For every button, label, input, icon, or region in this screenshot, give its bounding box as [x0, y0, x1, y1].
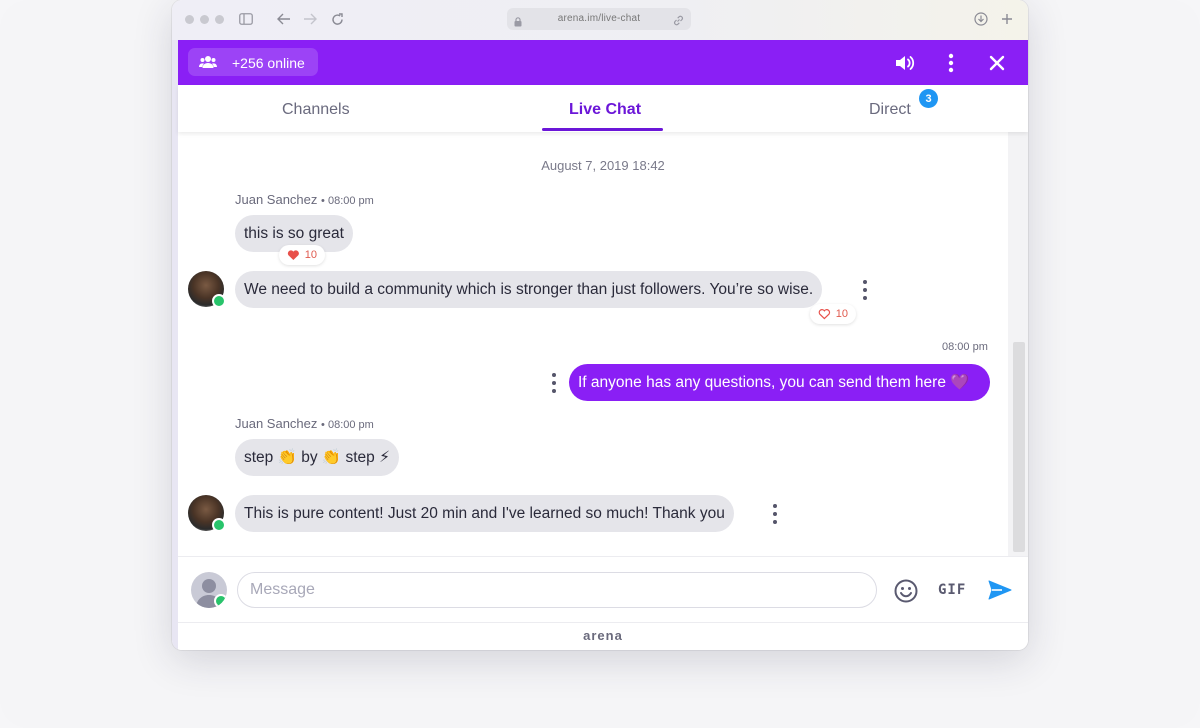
- online-count-button[interactable]: +256 online: [188, 48, 318, 76]
- new-tab-icon[interactable]: [999, 11, 1015, 27]
- message-time: 08:00 pm: [327, 419, 374, 431]
- message-composer: GIF: [178, 556, 1028, 623]
- chat-tabs: Channels Live Chat Direct 3: [178, 85, 1028, 132]
- browser-window: arena.im/live-chat +256 online Channels …: [172, 0, 1028, 650]
- reaction-count: 10: [835, 308, 848, 320]
- online-status-dot: [212, 294, 226, 308]
- heart-filled-icon: [287, 250, 299, 261]
- gif-button[interactable]: GIF: [938, 582, 966, 598]
- more-options-icon[interactable]: [940, 52, 962, 74]
- message-bubble[interactable]: step 👏 by 👏 step ⚡: [235, 439, 399, 476]
- reaction-pill[interactable]: 10: [810, 304, 856, 324]
- message-author-meta: Juan Sanchez • 08:00 pm: [235, 416, 374, 431]
- brand-footer: arena: [178, 622, 1028, 650]
- chat-header: +256 online: [178, 40, 1028, 85]
- direct-unread-badge: 3: [919, 89, 938, 108]
- reaction-pill[interactable]: 10: [279, 245, 325, 265]
- author-name: Juan Sanchez: [235, 416, 318, 431]
- message-input[interactable]: [237, 572, 877, 608]
- download-icon[interactable]: [973, 11, 989, 27]
- reload-icon[interactable]: [329, 11, 345, 27]
- users-icon: [199, 55, 217, 74]
- scrollbar-thumb[interactable]: [1013, 342, 1025, 552]
- reaction-count: 10: [304, 249, 317, 261]
- message-options-icon[interactable]: [862, 280, 868, 300]
- volume-icon[interactable]: [894, 52, 916, 74]
- my-message-bubble[interactable]: If anyone has any questions, you can sen…: [569, 364, 990, 401]
- avatar[interactable]: [188, 271, 226, 308]
- sidebar-toggle-icon[interactable]: [238, 11, 254, 27]
- message-bubble[interactable]: This is pure content! Just 20 min and I'…: [235, 495, 734, 532]
- tab-channels[interactable]: Channels: [282, 101, 350, 119]
- avatar[interactable]: [188, 495, 226, 532]
- online-status-dot: [214, 594, 227, 608]
- message-time: 08:00 pm: [327, 195, 374, 207]
- online-count-label: +256 online: [232, 55, 305, 71]
- forward-arrow-icon[interactable]: [302, 11, 318, 27]
- brand-logo: arena: [583, 628, 623, 643]
- online-status-dot: [212, 518, 226, 532]
- author-name: Juan Sanchez: [235, 192, 318, 207]
- tab-live-chat[interactable]: Live Chat: [569, 101, 641, 119]
- window-maximize-dot[interactable]: [215, 15, 224, 24]
- message-options-icon[interactable]: [551, 373, 557, 393]
- active-tab-indicator: [542, 128, 663, 131]
- message-author-meta: Juan Sanchez • 08:00 pm: [235, 192, 374, 207]
- message-list: August 7, 2019 18:42 Juan Sanchez • 08:0…: [178, 132, 1028, 556]
- back-arrow-icon[interactable]: [276, 11, 292, 27]
- window-minimize-dot[interactable]: [200, 15, 209, 24]
- link-icon[interactable]: [673, 13, 684, 31]
- browser-toolbar: arena.im/live-chat: [172, 0, 1028, 40]
- emoji-icon[interactable]: [894, 579, 918, 608]
- address-bar[interactable]: arena.im/live-chat: [507, 8, 691, 30]
- message-time: 08:00 pm: [942, 341, 988, 353]
- close-icon[interactable]: [986, 52, 1008, 74]
- tab-direct[interactable]: Direct: [869, 101, 911, 119]
- heart-outline-icon: [818, 309, 831, 320]
- date-divider: August 7, 2019 18:42: [541, 158, 665, 173]
- message-options-icon[interactable]: [772, 504, 778, 524]
- send-icon[interactable]: [988, 580, 1012, 605]
- window-close-dot[interactable]: [185, 15, 194, 24]
- my-avatar[interactable]: [191, 572, 227, 608]
- message-bubble[interactable]: We need to build a community which is st…: [235, 271, 823, 308]
- url-text: arena.im/live-chat: [557, 13, 641, 24]
